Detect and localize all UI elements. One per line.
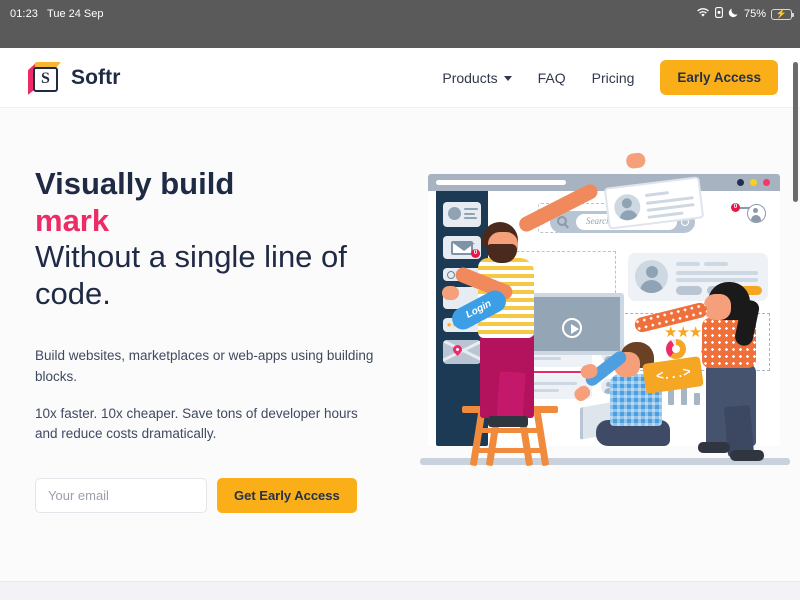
battery-charging-icon: ⚡ <box>771 8 794 20</box>
mockup-url-stub <box>436 180 566 185</box>
wifi-icon <box>696 7 710 21</box>
headline-line-3: Without a single line of code. <box>35 239 347 311</box>
hero-paragraph-1: Build websites, marketplaces or web-apps… <box>35 348 374 384</box>
brand-name: Softr <box>71 65 121 89</box>
logo-letter: S <box>33 66 58 92</box>
status-right-group: 75% ⚡ <box>696 0 794 28</box>
webpage-viewport: S Softr Products FAQ Pricing Early Acces… <box>0 48 800 600</box>
safari-url-bar[interactable]: 🔒 softr.io <box>0 28 800 70</box>
status-time: 01:23 <box>10 8 39 20</box>
mockup-window-dots <box>737 179 770 186</box>
get-early-access-button[interactable]: Get Early Access <box>217 478 357 514</box>
signup-form: Get Early Access <box>35 478 410 514</box>
hero-illustration: 0 ★★★★★ <box>410 152 790 467</box>
portrait-lock-icon <box>715 7 723 21</box>
next-section-band <box>0 581 800 600</box>
nav-item-products[interactable]: Products <box>442 69 512 86</box>
nav-label-products: Products <box>442 69 498 86</box>
page-title: Visually build mark Without a single lin… <box>35 166 410 312</box>
chevron-down-icon <box>503 76 512 81</box>
notification-badge: 0 <box>731 203 740 212</box>
hero-section: Visually build mark Without a single lin… <box>0 108 800 600</box>
nav-item-faq[interactable]: FAQ <box>538 70 566 86</box>
early-access-button[interactable]: Early Access <box>660 60 778 95</box>
softr-cube-icon: S <box>28 61 62 95</box>
headline-line-1: Visually build <box>35 166 235 201</box>
hero-text-column: Visually build mark Without a single lin… <box>0 166 410 600</box>
sitting-man-illustration: <...> <box>571 342 704 454</box>
do-not-disturb-moon-icon <box>728 7 739 21</box>
hero-description: Build websites, marketplaces or web-apps… <box>35 346 410 444</box>
battery-percent-label: 75% <box>743 8 766 20</box>
hero-paragraph-2: 10x faster. 10x cheaper. Save tons of de… <box>35 405 358 442</box>
mockup-avatar-icon <box>747 204 766 223</box>
page-scrollbar[interactable] <box>793 62 798 202</box>
site-header: S Softr Products FAQ Pricing Early Acces… <box>0 48 800 108</box>
standing-woman-illustration <box>579 282 796 467</box>
main-navigation: Products FAQ Pricing Early Access <box>442 60 778 95</box>
headline-line-2: mark <box>35 202 110 238</box>
status-date: Tue 24 Sep <box>47 8 104 20</box>
brand-logo[interactable]: S Softr <box>28 61 121 95</box>
email-input[interactable] <box>35 478 207 514</box>
ios-status-bar: 01:23 Tue 24 Sep 75% ⚡ <box>0 0 800 28</box>
status-left-group: 01:23 Tue 24 Sep <box>10 8 104 20</box>
hero-illustration-column: 0 ★★★★★ <box>410 152 800 600</box>
nav-item-pricing[interactable]: Pricing <box>592 70 635 86</box>
